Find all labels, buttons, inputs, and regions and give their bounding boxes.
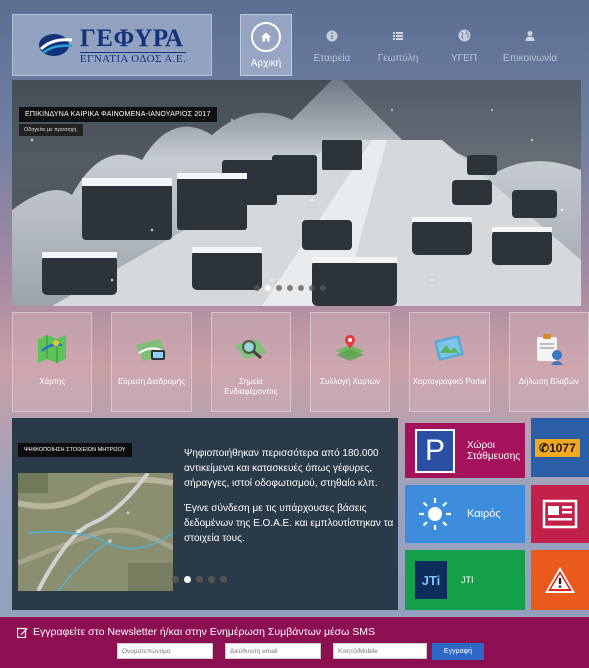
hero-subcaption: Οδηγείτε με προσοχή.: [19, 124, 83, 136]
edit-icon: [17, 627, 28, 638]
map-icon: [38, 335, 67, 363]
hero-dot[interactable]: [320, 285, 326, 291]
mobile-input[interactable]: [333, 643, 427, 659]
parking-tile[interactable]: P Χώροι Στάθμευσης: [405, 423, 525, 478]
news-paragraph-2: Έγινε σύνδεση με τις υπάρχουσες βάσεις δ…: [184, 503, 394, 544]
tile-poi[interactable]: Σημεία Ενδιαφέροντος: [210, 312, 291, 412]
newsletter-bar: Εγγραφείτε στο Newsletter ή/και στην Ενη…: [0, 617, 589, 668]
hero-dot[interactable]: [309, 285, 315, 291]
hero-dot-active[interactable]: [265, 285, 271, 291]
jti-label: JTI: [461, 575, 474, 585]
globe-icon: [453, 25, 475, 47]
nav-geoportal-label: Γεωπύλη: [377, 52, 419, 64]
logo-subtitle: ΕΓΝΑΤΙΑ ΟΔΟΣ Α.Ε.: [79, 51, 187, 65]
newsletter-title: Εγγραφείτε στο Newsletter ή/και στην Ενη…: [17, 626, 375, 638]
maps-collection-icon: [336, 335, 365, 361]
warning-tile[interactable]: [531, 550, 589, 610]
newsletter-title-text: Εγγραφείτε στο Newsletter ή/και στην Ενη…: [33, 626, 376, 638]
hotline-tile[interactable]: ✆1077: [531, 418, 589, 477]
news-aerial-map-image: [18, 473, 173, 591]
news-dot[interactable]: [208, 576, 215, 583]
main-nav: Αρχική Εταιρεία Γεωπύλη ΥΓΕΠ Επικοινωνία: [240, 14, 564, 76]
service-tiles: Χάρτης Εύρεση Διαδρομής Σημεία Ενδιαφέρο…: [12, 312, 589, 412]
hero-dot[interactable]: [287, 285, 293, 291]
news-dot[interactable]: [172, 576, 179, 583]
info-icon: [321, 25, 343, 47]
nav-home-label: Αρχική: [250, 57, 282, 69]
news-tile[interactable]: [531, 485, 589, 543]
report-damage-icon: [536, 334, 563, 365]
weather-tile[interactable]: Καιρός: [405, 485, 525, 543]
nav-ygep-label: ΥΓΕΠ: [450, 52, 478, 64]
nav-company[interactable]: Εταιρεία: [298, 14, 366, 74]
news-caption[interactable]: ΨΗΦΙΟΠΟΙΗΣΗ ΣΤΟΙΧΕΙΩΝ ΜΗΤΡΩΟΥ: [18, 443, 132, 457]
name-input[interactable]: [117, 643, 213, 659]
news-dot[interactable]: [220, 576, 227, 583]
tile-map-label: Χάρτης: [39, 377, 66, 386]
tile-map-collection[interactable]: Συλλογή Χαρτών: [309, 312, 391, 412]
news-dot[interactable]: [196, 576, 203, 583]
parking-label-line2: Στάθμευσης: [467, 450, 521, 462]
sun-icon: [419, 498, 451, 530]
email-input[interactable]: [225, 643, 321, 659]
nav-company-label: Εταιρεία: [313, 52, 351, 64]
news-paragraph-1: Ψηφιοποιήθηκαν περισσότερα από 180.000 α…: [184, 448, 379, 489]
hero-pagination: [254, 285, 326, 291]
list-icon: [387, 25, 409, 47]
hotline-number: 1077: [549, 440, 576, 455]
logo[interactable]: ΓΕΦΥΡΑ ΕΓΝΑΤΙΑ ΟΔΟΣ Α.Ε.: [12, 14, 212, 76]
poi-icon: [234, 339, 267, 360]
phone-icon: ✆: [539, 440, 550, 455]
warning-icon: [545, 567, 575, 593]
jti-tile[interactable]: JTi JTI: [405, 550, 525, 610]
route-icon: [136, 339, 168, 361]
news-text: Ψηφιοποιήθηκαν περισσότερα από 180.000 α…: [184, 446, 394, 556]
parking-label-line1: Χώροι: [467, 439, 495, 451]
jti-logo: JTi: [415, 561, 447, 599]
tile-map[interactable]: Χάρτης: [12, 312, 93, 412]
tile-route-label: Εύρεση Διαδρομής: [117, 377, 186, 386]
tile-portal[interactable]: Χαρτογραφικό Portal: [409, 312, 490, 412]
news-slider[interactable]: ΨΗΦΙΟΠΟΙΗΣΗ ΣΤΟΙΧΕΙΩΝ ΜΗΤΡΩΟΥ Ψηφιοποιήθ…: [12, 418, 398, 610]
user-icon: [519, 25, 541, 47]
parking-p-icon: P: [415, 428, 455, 473]
hotline-badge: ✆1077: [535, 438, 580, 457]
nav-home[interactable]: Αρχική: [240, 14, 292, 76]
nav-contact-label: Επικοινωνία: [502, 52, 558, 64]
tile-report-damage-label: Δήλωση Βλαβών: [518, 377, 579, 386]
nav-contact[interactable]: Επικοινωνία: [496, 14, 564, 74]
tile-map-collection-label: Συλλογή Χαρτών: [320, 377, 381, 386]
tile-route[interactable]: Εύρεση Διαδρομής: [111, 312, 192, 412]
hero-caption[interactable]: ΕΠΙΚΙΝΔΥΝΑ ΚΑΙΡΙΚΑ ΦΑΙΝΟΜΕΝΑ-ΙΑΝΟΥΑΡΙΟΣ …: [19, 107, 217, 122]
tile-report-damage[interactable]: Δήλωση Βλαβών: [508, 312, 589, 412]
logo-title: ΓΕΦΥΡΑ: [79, 24, 184, 52]
weather-label: Καιρός: [467, 508, 501, 520]
newspaper-icon: [542, 499, 578, 529]
hero-dot[interactable]: [276, 285, 282, 291]
news-pagination: [172, 576, 227, 583]
news-dot-active[interactable]: [184, 576, 191, 583]
tile-portal-label: Χαρτογραφικό Portal: [412, 377, 487, 386]
hero-dot[interactable]: [254, 285, 260, 291]
nav-ygep[interactable]: ΥΓΕΠ: [430, 14, 498, 74]
subscribe-button[interactable]: Εγγραφή: [432, 643, 484, 660]
hero-slider[interactable]: ΕΠΙΚΙΝΔΥΝΑ ΚΑΙΡΙΚΑ ΦΑΙΝΟΜΕΝΑ-ΙΑΝΟΥΑΡΙΟΣ …: [12, 80, 581, 306]
logo-bridge-icon: [38, 34, 73, 56]
home-icon: [251, 21, 281, 52]
nav-geoportal[interactable]: Γεωπύλη: [364, 14, 432, 74]
portal-icon: [434, 335, 465, 361]
hero-dot[interactable]: [298, 285, 304, 291]
parking-label: Χώροι Στάθμευσης: [467, 440, 520, 462]
tile-poi-label: Σημεία Ενδιαφέροντος: [224, 377, 278, 396]
